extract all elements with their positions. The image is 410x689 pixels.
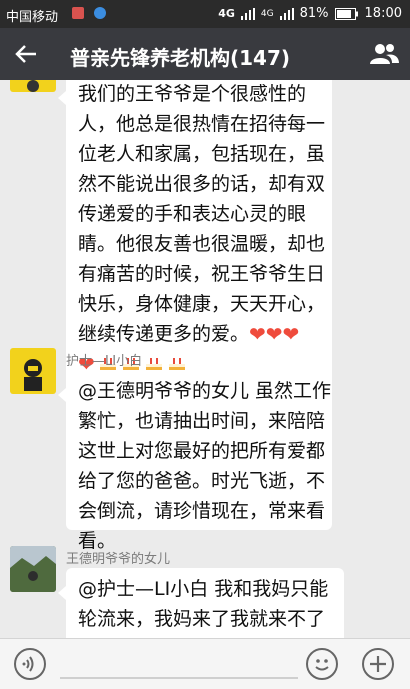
emoji-icon[interactable] <box>306 648 338 680</box>
heart-emoji-icon: ❤ <box>249 322 266 346</box>
network-type-2: 4G <box>260 8 274 19</box>
sender-nickname: 护士—LI小白 <box>66 354 143 369</box>
message-line: @护士—LI小白 我和我妈只能 <box>78 578 329 600</box>
battery-icon <box>334 7 358 20</box>
message-line: 快乐，身体健康，天天开心， <box>78 293 326 315</box>
message-line: 繁忙，也请抽出时间，来陪陪 <box>78 410 326 432</box>
network-type: 4G <box>218 7 235 20</box>
group-members-icon[interactable] <box>368 40 400 68</box>
notification-browser-icon <box>94 7 106 19</box>
signal-icon-2 <box>279 7 294 20</box>
avatar[interactable] <box>10 348 56 394</box>
avatar[interactable] <box>10 80 56 92</box>
message-line: 给了您的爸爸。时光飞逝，不 <box>78 470 326 492</box>
message-line: 睛。他很友善也很温暖，却也 <box>78 233 326 255</box>
message-bubble[interactable]: @护士—LI小白 我和我妈只能 轮流来，我妈来了我就来不了 <box>58 568 344 638</box>
message-line: @王德明爷爷的女儿 虽然工作 <box>78 380 332 402</box>
message-line: 传递爱的手和表达心灵的眼 <box>78 203 307 225</box>
input-bar <box>0 638 410 689</box>
message-input[interactable] <box>60 677 298 679</box>
back-arrow-icon[interactable] <box>12 40 40 68</box>
avatar[interactable] <box>10 546 56 592</box>
message-line: 位老人和家属，包括现在，虽 <box>78 143 326 165</box>
carrier-name: 中国移动 <box>6 10 59 25</box>
message-text: 继续传递更多的爱。 <box>78 323 250 345</box>
message-line: 我们的王爷爷是个很感性的 <box>78 83 307 105</box>
signal-icon <box>240 7 255 20</box>
voice-input-icon[interactable] <box>14 648 46 680</box>
sender-nickname: 王德明爷爷的女儿 <box>66 552 171 567</box>
message-line: 有痛苦的时候，祝王爷爷生日 <box>78 263 326 285</box>
message-line: 继续传递更多的爱。 ❤ ❤ ❤ <box>78 319 320 349</box>
message-bubble[interactable]: @王德明爷爷的女儿 虽然工作 繁忙，也请抽出时间，来陪陪 这世上对您最好的把所有… <box>58 370 332 552</box>
heart-emoji-icon: ❤ <box>282 322 300 346</box>
chat-title: 普亲先锋养老机构(147) <box>70 46 291 70</box>
heart-emoji-icon: ❤ <box>265 322 283 346</box>
status-bar: 中国移动 4G 4G 81% 18:00 <box>0 0 410 28</box>
message-line: 会倒流，请珍惜现在，常来看 <box>78 500 326 522</box>
more-options-plus-icon[interactable] <box>362 648 394 680</box>
notification-app-icon <box>72 7 84 19</box>
message-line: 人，他总是很热情在招待每一 <box>78 113 326 135</box>
chat-area[interactable]: 我们的王爷爷是个很感性的 人，他总是很热情在招待每一 位老人和家属，包括现在，虽… <box>0 80 410 638</box>
battery-percent: 81% <box>299 6 329 21</box>
clock: 18:00 <box>364 6 402 21</box>
message-line: 轮流来，我妈来了我就来不了 <box>78 608 326 630</box>
message-line: 然不能说出很多的话，却有双 <box>78 173 326 195</box>
title-bar: 普亲先锋养老机构(147) <box>0 28 410 80</box>
message-line: 这世上对您最好的把所有爱都 <box>78 440 326 462</box>
